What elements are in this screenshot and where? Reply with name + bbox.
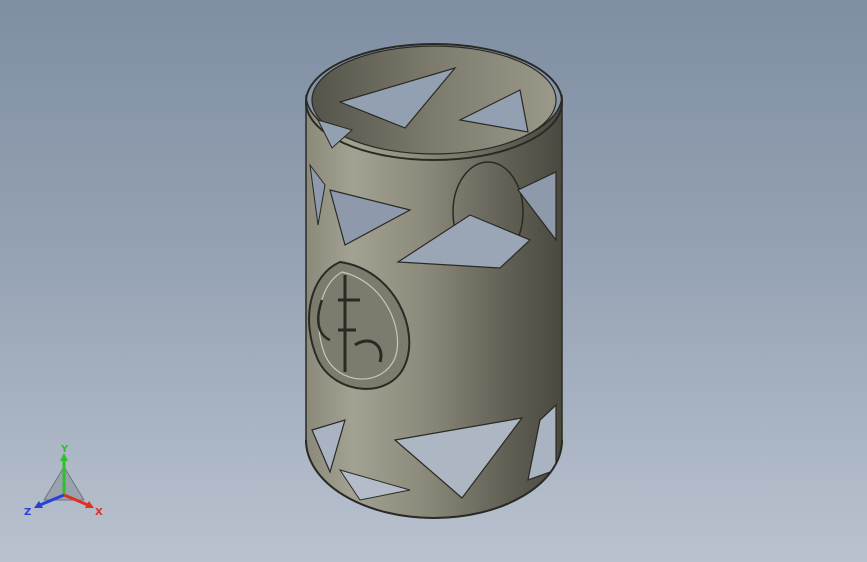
x-axis-label: X [95,507,103,518]
z-axis-label: Z [24,507,31,518]
cylinder-model[interactable] [0,0,867,562]
y-axis-label: Y [60,445,69,455]
graphics-viewport[interactable]: Y X Z [0,0,867,562]
orientation-triad[interactable]: Y X Z [22,445,112,525]
